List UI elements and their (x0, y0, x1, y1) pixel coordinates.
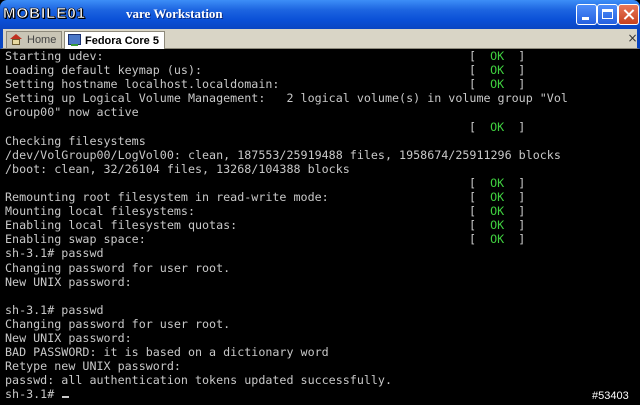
console-line: Starting udev: (5, 49, 104, 63)
console-line: Retype new UNIX password: (5, 359, 181, 374)
status-ok-text: OK (490, 77, 505, 92)
console-line: Changing password for user root. (5, 260, 231, 275)
status-ok-badge: [ OK ] (469, 63, 526, 78)
console-line: Loading default keymap (us): (5, 63, 203, 78)
vm-icon (68, 34, 81, 47)
tab-home[interactable]: Home (6, 31, 62, 48)
console-line: Group00" now active (5, 105, 139, 120)
status-ok-text: OK (490, 119, 505, 134)
console-line: Enabling swap space: (5, 232, 146, 247)
tab-fedora-label: Fedora Core 5 (85, 34, 159, 47)
tab-home-label: Home (27, 34, 57, 46)
image-mark: #53403 (592, 390, 629, 402)
console-line: passwd: all authentication tokens update… (5, 373, 393, 388)
console-line: Changing password for user root. (5, 316, 231, 331)
status-ok-badge: [ OK ] (469, 119, 526, 134)
console-line: Remounting root filesystem in read-write… (5, 190, 329, 204)
console-line: Mounting local filesystems: (5, 204, 195, 219)
status-ok-badge: [ OK ] (469, 204, 526, 219)
watermark-text: MOBILE01 (3, 4, 87, 22)
minimize-button[interactable] (576, 4, 597, 25)
status-ok-text: OK (490, 218, 505, 233)
tab-fedora-core-5[interactable]: Fedora Core 5 (64, 31, 165, 49)
status-ok-badge: [ OK ] (469, 218, 526, 233)
status-ok-badge: [ OK ] (469, 175, 526, 190)
console-line: sh-3.1# passwd (5, 246, 104, 261)
status-ok-badge: [ OK ] (469, 190, 526, 204)
status-ok-text: OK (490, 232, 505, 247)
console-line: /dev/VolGroup00/LogVol00: clean, 187553/… (5, 147, 561, 162)
title-bar[interactable]: MOBILE01 vare Workstation (0, 0, 640, 29)
status-ok-text: OK (490, 49, 505, 63)
console-line: New UNIX password: (5, 274, 132, 289)
console-line: New UNIX password: (5, 331, 132, 345)
status-ok-text: OK (490, 175, 505, 190)
console-line: BAD PASSWORD: it is based on a dictionar… (5, 345, 329, 360)
status-ok-text: OK (490, 190, 505, 204)
tab-close-icon[interactable]: × (626, 31, 639, 45)
status-ok-badge: [ OK ] (469, 232, 526, 247)
text-cursor (62, 396, 70, 399)
tab-bar: Home Fedora Core 5 × (0, 29, 640, 49)
vm-console[interactable]: Starting udev: Loading default keymap (us… (3, 49, 637, 405)
console-line: Setting up Logical Volume Management: 2 … (5, 91, 568, 106)
status-ok-text: OK (490, 63, 505, 78)
status-ok-badge: [ OK ] (469, 77, 526, 92)
console-line: sh-3.1# (5, 387, 70, 401)
home-icon (10, 34, 23, 46)
console-line: Enabling local filesystem quotas: (5, 218, 238, 233)
console-line: Checking filesystems (5, 133, 146, 148)
close-button[interactable] (618, 4, 639, 25)
watermark-logo: MOBILE01 (3, 1, 86, 25)
maximize-button[interactable] (597, 4, 618, 25)
console-line: sh-3.1# passwd (5, 302, 104, 317)
status-ok-text: OK (490, 204, 505, 219)
status-ok-badge: [ OK ] (469, 49, 526, 63)
console-line: /boot: clean, 32/26104 files, 13268/1043… (5, 161, 350, 176)
window-title: vare Workstation (126, 6, 223, 21)
console-line: Setting hostname localhost.localdomain: (5, 77, 280, 92)
